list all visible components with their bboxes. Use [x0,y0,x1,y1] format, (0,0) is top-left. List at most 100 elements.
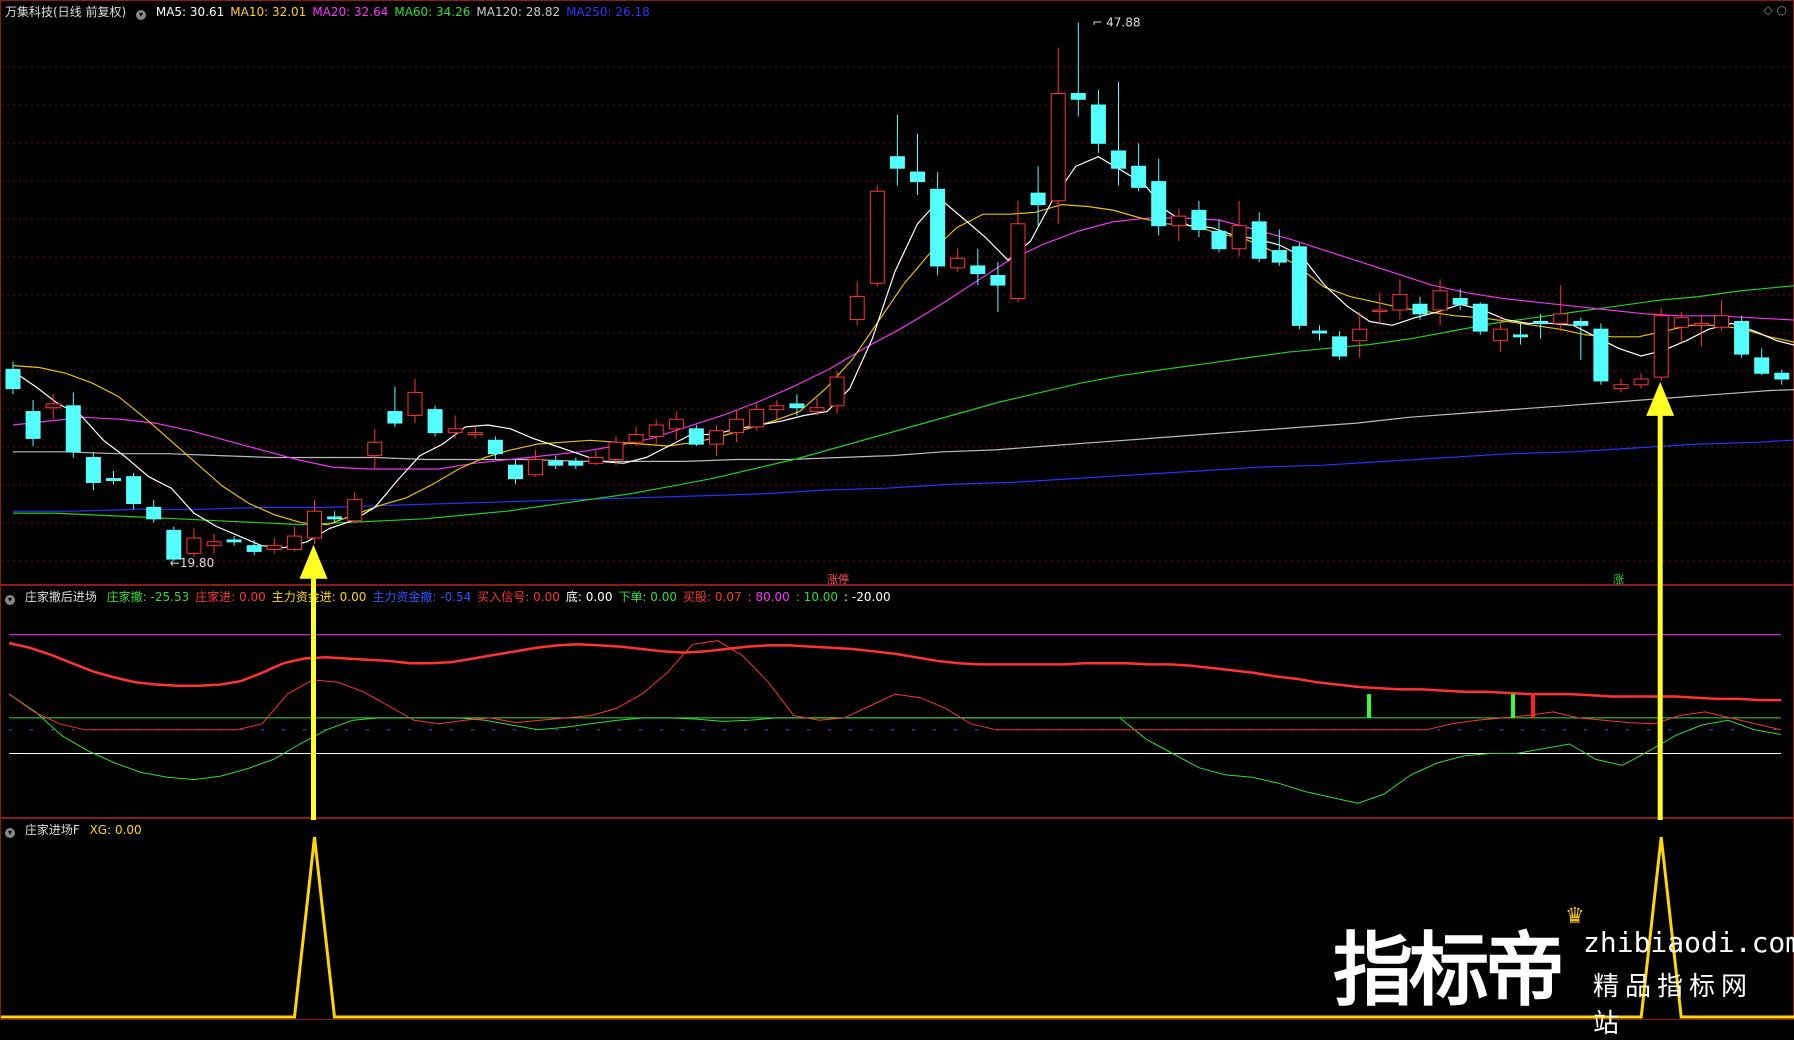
collapse-icon[interactable]: ▾ [5,595,15,605]
indicator1-header: ▾ 庄家撤后进场 庄家撤: -25.53 庄家进: 0.00 主力资金进: 0.00… [5,588,903,605]
candle-up [628,434,644,443]
candle-down [508,464,523,480]
indicator1-field-10: : -20.00 [844,590,891,604]
candle-down [1271,250,1287,263]
indicator1-field-7: 买股: 0.07 [683,590,742,604]
candle-down [1312,330,1327,334]
indicator2-field-item-0: XG: 0.00 [89,823,142,837]
candle-down [910,171,925,183]
candle-down [166,529,182,560]
candle-down [427,409,443,434]
candle-up [588,457,604,464]
ma-legend-item-2: MA20: 32.64 [312,5,389,19]
candle-up [1492,328,1508,342]
candle-down [568,460,584,466]
candle-up [1050,93,1066,202]
candle-up [849,296,865,321]
candle-up [1432,290,1448,311]
candle-up [668,418,684,430]
ma20-line [12,217,1794,470]
candle-up [447,428,463,434]
candle-up [950,257,966,269]
candle-down [1111,150,1126,169]
indicator1-field-6: 下单: 0.00 [618,590,678,604]
ma-legend-item-5: MA250: 26.18 [566,5,650,19]
candle-down [1593,328,1609,382]
indicator1-series-line [8,693,1782,804]
indicator1-fields: 庄家撤: -25.53 庄家进: 0.00 主力资金进: 0.00 主力资金撤: -0… [107,590,897,604]
indicator1-field-5: 底: 0.00 [565,590,613,604]
crown-icon: ♛ [1565,904,1585,929]
candle-down [1472,303,1488,332]
candle-down [789,403,805,409]
candle-down [387,411,403,424]
ma-legend-item-3: MA60: 34.26 [394,5,471,19]
pane-corner-icons[interactable]: ◇ ○ [1763,3,1787,17]
indicator1-series-line [8,641,1781,702]
candle-down [1754,357,1770,374]
candle-down [1513,334,1528,338]
ma-legend-item-1: MA10: 32.01 [230,5,307,19]
indicator1-field-3: 主力资金撤: -0.54 [372,590,472,604]
candle-down [548,460,564,466]
signal-bar [1511,694,1515,718]
candle-down [106,478,121,482]
main-header: 万集科技(日线 前复权) ▾ MA5: 30.61 MA10: 32.01 MA20… [5,3,662,20]
candle-up [286,535,302,551]
main-price-pane: ⌐ 47.88 ←19.80 涨停涨 万集科技(日线 前复权) ▾ MA5: 30.… [0,0,1794,586]
candle-up [467,432,483,436]
candle-down [85,457,101,483]
candle-down [970,265,986,275]
candle-down [688,428,704,445]
ma-legend-item-0: MA5: 30.61 [155,5,225,19]
candle-down [1412,303,1428,315]
candle-up [749,409,765,428]
candle-down [1734,321,1750,355]
candle-down [1131,165,1147,188]
candle-down [1291,246,1307,326]
candle-up [367,441,383,457]
candle-up [1613,384,1629,390]
indicator1-field-9: : 10.00 [795,590,839,604]
candle-up [45,403,61,409]
indicator1-field-1: 庄家进: 0.00 [195,590,266,604]
candle-down [146,506,162,520]
indicator2-field: XG: 0.00 [90,823,148,837]
indicator2-header: ▾ 庄家进场F XG: 0.00 [5,821,154,838]
candle-down [1774,372,1790,380]
indicator1-title: 庄家撤后进场 [24,590,97,604]
candle-up [347,499,363,522]
watermark: 指标帝 ♛ zhibiaodi.com 精品指标网站 [1333,904,1794,1039]
candle-up [1714,315,1729,328]
indicator-pane-1: ▾ 庄家撤后进场 庄家撤: -25.53 庄家进: 0.00 主力资金进: 0.00… [0,585,1794,818]
candle-up [1673,317,1689,328]
collapse-icon[interactable]: ▾ [5,828,15,838]
candle-down [1090,104,1106,144]
candle-down [65,405,81,453]
candle-up [1372,309,1388,313]
indicator1-field-4: 买入信号: 0.00 [477,590,560,604]
watermark-logo-text: 指标帝 [1333,924,1565,1017]
candle-down [25,411,41,439]
candle-down [930,188,946,267]
ma-legend: MA5: 30.61 MA10: 32.01 MA20: 32.64 MA60: 34… [156,5,656,19]
candle-up [1010,223,1026,300]
candle-down [246,545,262,552]
candle-up [1231,225,1247,250]
candle-down [226,539,242,543]
candle-up [307,510,322,539]
candle-down [1211,230,1227,250]
indicator-pane-2: ▾ 庄家进场F XG: 0.00 指标帝 ♛ zhibiaodi.com 精品指… [0,818,1794,1039]
candle-down [889,156,905,169]
signal-bar [1367,694,1371,718]
candle-up [1392,294,1408,311]
candle-up [709,430,724,445]
indicator-chart-1[interactable] [1,586,1794,819]
candle-down [126,476,142,505]
collapse-icon[interactable]: ▾ [136,10,147,20]
candle-down [487,439,503,455]
candle-up [206,541,222,547]
watermark-url: zhibiaodi.com [1583,926,1794,959]
limit-up-tag: 涨停 [827,572,849,586]
price-chart[interactable]: ⌐ 47.88←19.80涨停涨 [1,1,1794,586]
